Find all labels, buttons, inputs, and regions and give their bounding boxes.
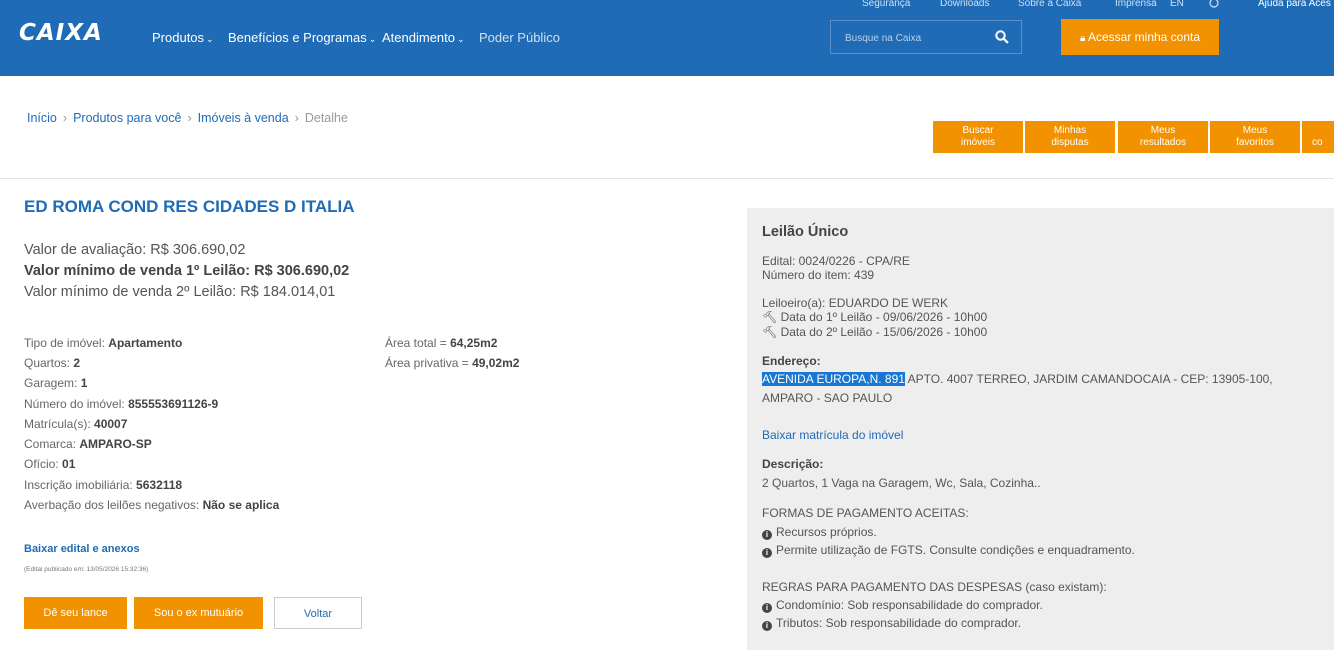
site-header: CAIXA Produtos ⌄ Benefícios e Programas ⌄ …: [0, 0, 1334, 76]
auction-item-number: Número do item: 439: [762, 268, 875, 282]
valor-avaliacao: Valor de avaliação: R$ 306.690,02: [24, 242, 246, 258]
divider: [0, 178, 1334, 179]
nav-atendimento[interactable]: Atendimento ⌄: [382, 30, 465, 45]
gavel-icon: 🔨︎: [762, 310, 778, 324]
detail-tipo: Tipo de imóvel: Apartamento: [24, 336, 183, 350]
chevron-down-icon: ⌄: [206, 34, 214, 44]
chevron-down-icon: ⌄: [368, 34, 377, 44]
info-icon: i: [762, 530, 772, 540]
buscar-imoveis-button[interactable]: Buscar imóveis: [933, 121, 1023, 153]
endereco-line-2: AMPARO - SAO PAULO: [762, 391, 893, 405]
detail-area-privativa: Área privativa = 49,02m2: [385, 356, 520, 370]
detail-quartos: Quartos: 2: [24, 356, 81, 370]
auction-title: Leilão Único: [762, 224, 849, 240]
edital-published-date: (Edital publicado em: 13/05/2026 15:32:3…: [24, 566, 149, 573]
regra-condominio: i Condomínio: Sob responsabilidade do com…: [762, 598, 1043, 613]
lock-icon: 🔒︎: [1079, 33, 1086, 44]
detail-averbacao: Averbação dos leilões negativos: Não se …: [24, 498, 280, 512]
baixar-edital-link[interactable]: Baixar edital e anexos: [24, 543, 140, 555]
search-input[interactable]: [843, 32, 997, 45]
top-link-ajuda[interactable]: Ajuda para Aces: [1258, 0, 1331, 9]
auction-data-1: 🔨︎ Data do 1º Leilão - 09/06/2026 - 10h0…: [762, 310, 988, 324]
top-link-seguranca[interactable]: Segurança: [862, 0, 910, 9]
ex-mutuario-button[interactable]: Sou o ex mutuário: [134, 597, 263, 629]
info-icon: i: [762, 621, 772, 631]
valor-minimo-1-leilao: Valor mínimo de venda 1º Leilão: R$ 306.…: [24, 263, 350, 279]
gavel-icon: 🔨︎: [762, 325, 778, 339]
property-title: ED ROMA COND RES CIDADES D ITALIA: [24, 197, 355, 216]
detail-garagem: Garagem: 1: [24, 376, 88, 390]
top-link-en[interactable]: EN: [1170, 0, 1184, 9]
detail-matricula: Matrícula(s): 40007: [24, 417, 128, 431]
info-icon: i: [762, 603, 772, 613]
de-seu-lance-button[interactable]: Dê seu lance: [24, 597, 127, 629]
detail-area-total: Área total = 64,25m2: [385, 336, 498, 350]
search-icon[interactable]: [995, 30, 1009, 49]
detail-comarca: Comarca: AMPARO-SP: [24, 437, 152, 451]
top-link-imprensa[interactable]: Imprensa: [1115, 0, 1157, 9]
descricao-text: 2 Quartos, 1 Vaga na Garagem, Wc, Sala, …: [762, 476, 1041, 490]
meus-resultados-button[interactable]: Meus resultados: [1118, 121, 1208, 153]
detail-oficio: Ofício: 01: [24, 457, 76, 471]
detail-inscricao: Inscrição imobiliária: 5632118: [24, 478, 183, 492]
login-button[interactable]: 🔒︎ Acessar minha conta: [1061, 19, 1219, 55]
regra-tributos: i Tributos: Sob responsabilidade do compr…: [762, 616, 1021, 631]
auction-leiloeiro: Leiloeiro(a): EDUARDO DE WERK: [762, 296, 949, 310]
info-icon: i: [762, 548, 772, 558]
chevron-down-icon: ⌄: [457, 34, 465, 44]
search-box: [830, 20, 1022, 54]
nav-beneficios[interactable]: Benefícios e Programas ⌄: [228, 30, 376, 45]
breadcrumb-inicio[interactable]: Início: [27, 111, 57, 125]
voltar-button[interactable]: Voltar: [274, 597, 362, 629]
breadcrumb-detalhe: Detalhe: [304, 111, 348, 125]
nav-poder-publico[interactable]: Poder Público: [479, 30, 560, 45]
more-button[interactable]: co: [1302, 121, 1334, 153]
auction-data-2: 🔨︎ Data do 2º Leilão - 15/06/2026 - 10h0…: [762, 325, 988, 339]
baixar-matricula-link[interactable]: Baixar matrícula do imóvel: [762, 428, 903, 442]
top-link-sobre[interactable]: Sobre a Caixa: [1018, 0, 1081, 9]
forma-fgts: i Permite utilização de FGTS. Consulte co…: [762, 543, 1135, 558]
nav-produtos[interactable]: Produtos ⌄: [152, 30, 214, 45]
auction-edital: Edital: 0024/0226 - CPA/RE: [762, 254, 910, 268]
formas-pagamento-title: FORMAS DE PAGAMENTO ACEITAS:: [762, 506, 969, 520]
top-link-downloads[interactable]: Downloads: [940, 0, 989, 9]
endereco-label: Endereço:: [762, 354, 821, 368]
accessibility-icon[interactable]: [1208, 0, 1220, 11]
descricao-label: Descrição:: [762, 457, 824, 471]
minhas-disputas-button[interactable]: Minhas disputas: [1025, 121, 1115, 153]
endereco-selected-text: AVENIDA EUROPA,N. 891: [762, 372, 905, 386]
meus-favoritos-button[interactable]: Meus favoritos: [1210, 121, 1300, 153]
caixa-logo[interactable]: CAIXA: [19, 20, 103, 46]
breadcrumb-produtos[interactable]: Produtos para você: [73, 111, 181, 125]
breadcrumb-imoveis[interactable]: Imóveis à venda: [198, 111, 289, 125]
regras-pagamento-title: REGRAS PARA PAGAMENTO DAS DESPESAS (caso…: [762, 580, 1107, 594]
endereco-line-1: AVENIDA EUROPA,N. 891 APTO. 4007 TERREO,…: [762, 372, 1273, 386]
detail-numero: Número do imóvel: 855553691126-9: [24, 397, 219, 411]
breadcrumb: Início › Produtos para você › Imóveis à vend…: [27, 111, 348, 125]
valor-minimo-2-leilao: Valor mínimo de venda 2º Leilão: R$ 184.…: [24, 284, 336, 300]
forma-recursos-proprios: i Recursos próprios.: [762, 525, 877, 540]
